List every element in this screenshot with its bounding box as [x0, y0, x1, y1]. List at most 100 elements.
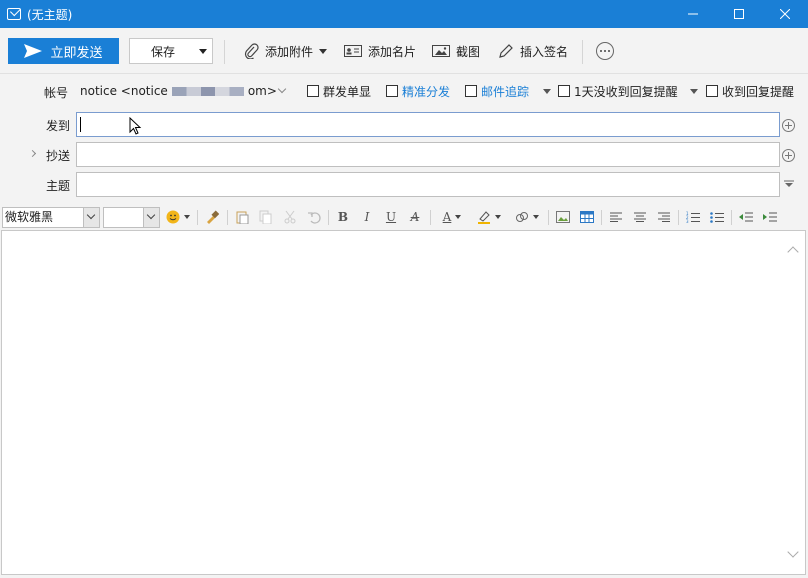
align-left-button[interactable] — [608, 209, 624, 225]
font-color-button[interactable]: A — [437, 209, 467, 225]
add-attachment-button[interactable]: 添加附件 — [243, 42, 328, 60]
account-suffix: om> — [247, 84, 277, 98]
message-body-editor[interactable] — [1, 230, 806, 575]
option-mail-track-label[interactable]: 邮件追踪 — [481, 83, 529, 100]
indent-icon — [763, 212, 777, 222]
numbered-list-button[interactable]: 123 — [685, 209, 701, 225]
scissors-icon — [284, 210, 296, 224]
chevron-down-icon[interactable] — [543, 89, 551, 94]
chevron-down-icon — [455, 215, 462, 219]
mouse-pointer-icon — [129, 117, 142, 135]
add-recipient-icon[interactable] — [782, 119, 795, 132]
copy-icon — [259, 210, 272, 224]
option-no-reply-remind-label: 1天没收到回复提醒 — [574, 84, 678, 99]
maximize-icon — [734, 9, 744, 19]
chevron-down-icon[interactable] — [143, 208, 159, 227]
emoji-button[interactable] — [165, 209, 191, 225]
more-options-button[interactable] — [596, 42, 614, 60]
align-right-button[interactable] — [656, 209, 672, 225]
cut-button[interactable] — [282, 209, 298, 225]
format-painter-button[interactable] — [204, 209, 220, 225]
chevron-down-icon[interactable] — [199, 49, 207, 54]
minimize-button[interactable] — [670, 0, 716, 28]
add-attachment-label: 添加附件 — [265, 44, 314, 59]
insert-signature-button[interactable]: 插入签名 — [498, 42, 568, 60]
screenshot-label: 截图 — [456, 44, 481, 59]
paper-plane-icon — [24, 44, 43, 58]
option-reply-remind[interactable]: 收到回复提醒 — [706, 83, 794, 99]
align-center-button[interactable] — [632, 209, 648, 225]
option-precise-split-label[interactable]: 精准分发 — [402, 83, 450, 100]
brush-icon — [207, 210, 219, 224]
account-label: 帐号 — [44, 86, 69, 100]
insert-table-button[interactable] — [579, 209, 595, 225]
copy-button[interactable] — [258, 209, 274, 225]
chevron-down-icon — [533, 215, 539, 219]
chevron-right-icon[interactable] — [28, 149, 37, 158]
chevron-down-icon[interactable] — [83, 208, 99, 227]
option-precise-split[interactable]: 精准分发 — [386, 83, 450, 99]
outdent-button[interactable] — [738, 209, 754, 225]
pen-icon — [499, 44, 513, 58]
divider — [601, 210, 602, 225]
chevron-down-icon — [319, 48, 328, 54]
close-button[interactable] — [762, 0, 808, 28]
link-icon — [516, 212, 528, 222]
maximize-button[interactable] — [716, 0, 762, 28]
undo-button[interactable] — [306, 209, 322, 225]
toolbar-divider — [224, 40, 225, 64]
bullet-list-button[interactable] — [709, 209, 725, 225]
priority-menu-icon[interactable] — [784, 180, 794, 188]
account-selector[interactable]: notice <notice om> — [80, 84, 277, 98]
smiley-icon — [166, 210, 180, 224]
bold-button[interactable]: B — [335, 209, 351, 225]
cc-input[interactable] — [76, 142, 780, 167]
strikethrough-button[interactable]: A — [407, 209, 423, 225]
minimize-icon — [688, 13, 698, 15]
checkbox[interactable] — [386, 85, 398, 97]
send-now-button[interactable]: 立即发送 — [8, 38, 119, 64]
add-cc-icon[interactable] — [782, 149, 795, 162]
font-family-select[interactable]: 微软雅黑 — [2, 207, 100, 228]
checkbox[interactable] — [307, 85, 319, 97]
cc-label: 抄送 — [46, 149, 71, 163]
window-title: (无主题) — [27, 7, 73, 22]
chevron-down-icon — [184, 215, 190, 219]
option-reply-remind-label: 收到回复提醒 — [722, 84, 795, 99]
insert-image-button[interactable] — [555, 209, 571, 225]
checkbox[interactable] — [706, 85, 718, 97]
add-card-label: 添加名片 — [368, 44, 417, 59]
italic-button[interactable]: I — [359, 209, 375, 225]
outdent-icon — [739, 212, 753, 222]
chevron-down-icon[interactable] — [277, 84, 287, 94]
checkbox[interactable] — [558, 85, 570, 97]
font-family-value: 微软雅黑 — [5, 210, 54, 224]
add-card-button[interactable]: 添加名片 — [344, 42, 416, 60]
checkbox[interactable] — [465, 85, 477, 97]
highlight-button[interactable] — [474, 209, 504, 225]
chevron-down-icon[interactable] — [690, 89, 698, 94]
align-center-icon — [634, 212, 646, 222]
paste-button[interactable] — [234, 209, 250, 225]
divider — [678, 210, 679, 225]
option-group-single-label: 群发单显 — [323, 84, 372, 99]
to-input[interactable] — [76, 112, 780, 137]
window-controls — [670, 0, 808, 28]
close-icon — [780, 9, 790, 19]
image-icon — [432, 45, 450, 57]
option-mail-track[interactable]: 邮件追踪 — [465, 83, 529, 99]
font-size-select[interactable] — [103, 207, 160, 228]
underline-button[interactable]: U — [383, 209, 399, 225]
numbered-list-icon: 123 — [686, 211, 700, 223]
link-button[interactable] — [511, 209, 543, 225]
save-button[interactable]: 保存 — [129, 38, 213, 64]
divider — [197, 210, 198, 225]
save-label: 保存 — [151, 44, 176, 59]
option-no-reply-remind[interactable]: 1天没收到回复提醒 — [558, 83, 678, 99]
to-label: 发到 — [46, 119, 71, 133]
option-group-single[interactable]: 群发单显 — [307, 83, 371, 99]
screenshot-button[interactable]: 截图 — [432, 42, 480, 60]
indent-button[interactable] — [762, 209, 778, 225]
subject-label: 主题 — [46, 179, 71, 193]
subject-input[interactable] — [76, 172, 780, 197]
